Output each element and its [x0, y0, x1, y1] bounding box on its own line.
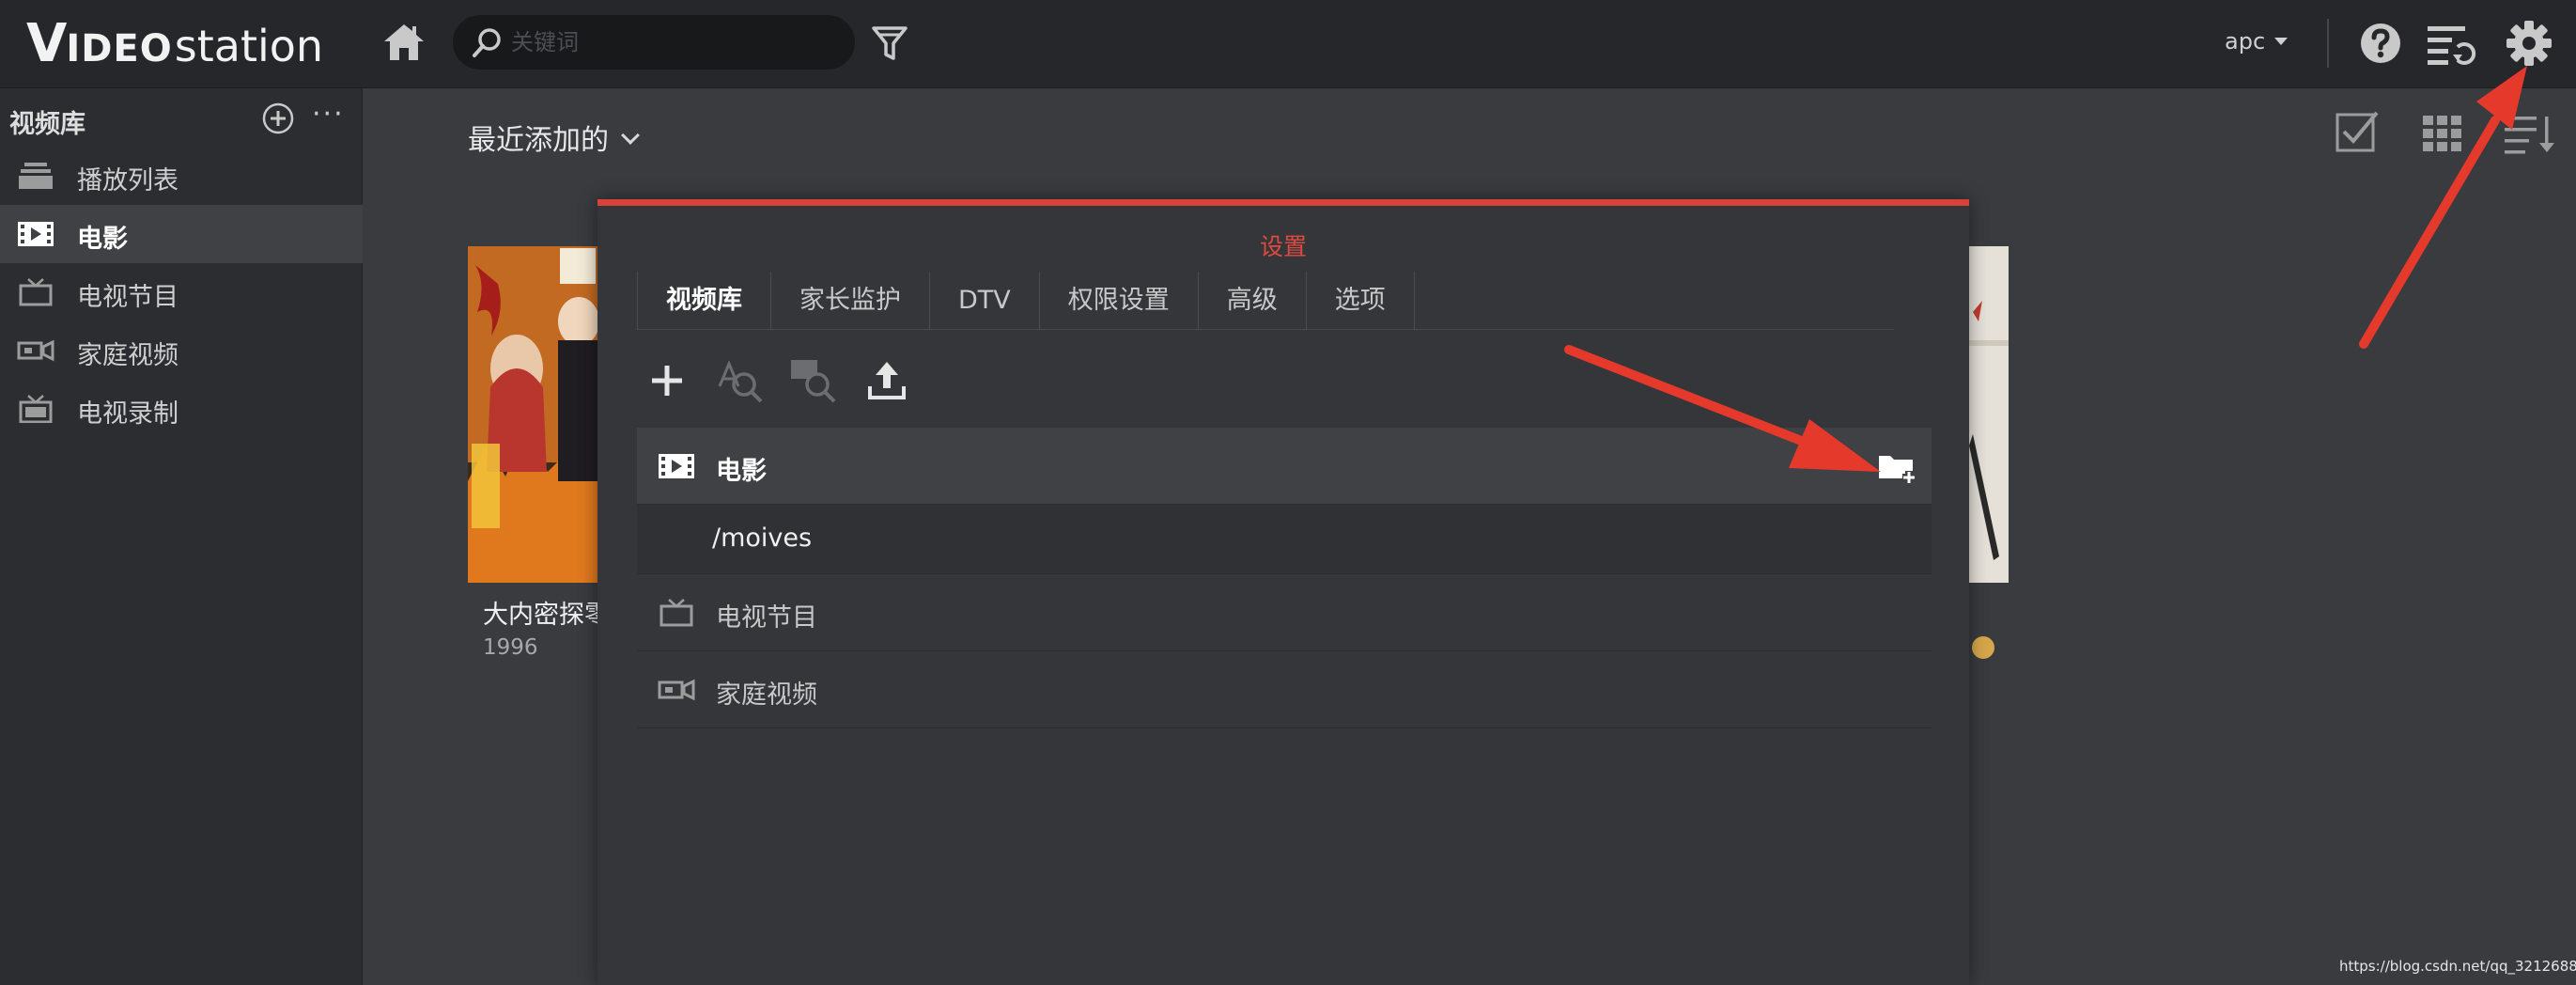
poster-artwork: [468, 246, 599, 583]
app-logo: V IDEO station: [26, 13, 323, 75]
library-label: 家庭视频: [716, 680, 817, 710]
search-icon: [473, 28, 501, 57]
settings-dialog: 设置 视频库 家长监护 DTV 权限设置 高级 选项 电影 /moives 电视…: [597, 199, 1969, 985]
film-icon: [659, 454, 694, 478]
divider: [2327, 19, 2329, 68]
movie-year: 1996: [483, 635, 538, 660]
tab-permissions[interactable]: 权限设置: [1040, 272, 1199, 330]
sidebar-item-tv-shows[interactable]: 电视节目: [0, 263, 363, 321]
user-name: apc: [2225, 28, 2266, 55]
logo-station: station: [174, 21, 324, 71]
add-library-icon[interactable]: [261, 102, 295, 135]
tv-recording-icon: [19, 395, 53, 423]
task-queue-icon[interactable]: [2424, 19, 2476, 68]
tv-icon: [19, 278, 53, 306]
sidebar-header: 视频库 ···: [0, 88, 363, 147]
top-bar: V IDEO station apc: [0, 0, 2576, 88]
sidebar-item-home-videos[interactable]: 家庭视频: [0, 321, 363, 380]
logo-v: V: [26, 13, 67, 74]
scan-library-icon[interactable]: [716, 356, 765, 405]
folder-path-label: /moives: [712, 524, 813, 553]
recently-added-dropdown[interactable]: 最近添加的: [468, 117, 640, 158]
library-row-movies[interactable]: 电影: [637, 428, 1932, 505]
dialog-title: 设置: [1259, 233, 1307, 260]
caret-down-icon: [2274, 38, 2289, 45]
movie-title[interactable]: 大内密探零: [483, 594, 610, 631]
scan-video-info-icon[interactable]: [789, 356, 838, 405]
tab-parental-control[interactable]: 家长监护: [771, 272, 930, 330]
library-row-home-videos[interactable]: 家庭视频: [637, 651, 1932, 728]
movie-poster[interactable]: [468, 246, 599, 583]
search-input[interactable]: [511, 23, 840, 62]
select-checkbox-icon[interactable]: [2334, 109, 2381, 156]
playlist-icon: [19, 163, 53, 189]
film-icon: [18, 222, 54, 246]
filter-icon[interactable]: [869, 23, 910, 64]
annotation-arrow-settings: [2359, 66, 2527, 349]
home-video-icon: [658, 679, 695, 701]
tv-icon: [660, 599, 693, 627]
home-icon[interactable]: [380, 19, 427, 66]
sidebar-item-playlist[interactable]: 播放列表: [0, 147, 363, 205]
settings-tabs: 视频库 家长监护 DTV 权限设置 高级 选项: [637, 272, 1894, 330]
sidebar: 视频库 ··· 播放列表 电影 电视节目 家庭视频 电视录制: [0, 88, 363, 985]
grid-view-icon[interactable]: [2418, 109, 2465, 156]
search-box[interactable]: [453, 15, 855, 70]
library-folder-path[interactable]: /moives: [637, 505, 1932, 574]
sidebar-item-label: 电影: [77, 225, 128, 254]
status-dot: [1972, 636, 1994, 659]
home-video-icon: [17, 339, 54, 362]
poster-artwork-2: [1967, 246, 2009, 583]
tab-video-library[interactable]: 视频库: [637, 272, 771, 330]
chevron-down-icon: [621, 126, 640, 145]
library-label: 电视节目: [716, 603, 817, 633]
add-icon[interactable]: [643, 356, 691, 405]
tab-advanced[interactable]: 高级: [1199, 272, 1307, 330]
page-title: 最近添加的: [468, 124, 609, 157]
sidebar-item-label: 电视节目: [77, 283, 178, 312]
settings-gear-icon[interactable]: [2505, 19, 2553, 68]
sidebar-item-label: 播放列表: [77, 166, 178, 195]
watermark: https://blog.csdn.net/qq_32126881: [2339, 958, 2576, 975]
sidebar-item-movies[interactable]: 电影: [0, 205, 363, 263]
logo-ideo: IDEO: [66, 27, 173, 70]
sidebar-item-label: 电视录制: [77, 399, 178, 429]
upload-icon[interactable]: [862, 356, 911, 405]
add-folder-icon[interactable]: [1877, 450, 1918, 486]
sort-icon[interactable]: [2503, 109, 2557, 156]
more-icon[interactable]: ···: [312, 98, 345, 131]
tab-options[interactable]: 选项: [1307, 272, 1415, 330]
user-menu[interactable]: apc: [2225, 28, 2289, 55]
tab-dtv[interactable]: DTV: [930, 272, 1040, 330]
sidebar-item-tv-recording[interactable]: 电视录制: [0, 380, 363, 438]
library-label: 电影: [716, 457, 767, 486]
sidebar-item-label: 家庭视频: [77, 341, 178, 370]
movie-poster-2[interactable]: [1967, 246, 2009, 583]
sidebar-title: 视频库: [9, 110, 85, 139]
library-row-tv-shows[interactable]: 电视节目: [637, 574, 1932, 651]
help-icon[interactable]: [2356, 19, 2405, 68]
